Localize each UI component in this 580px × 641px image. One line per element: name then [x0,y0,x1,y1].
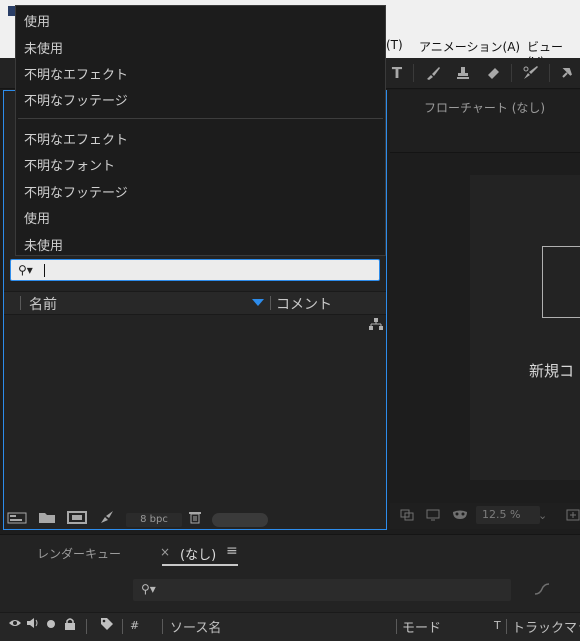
tab-render-queue[interactable]: レンダーキュー [37,545,121,562]
flowchart-icon[interactable] [368,318,384,333]
monitor-icon[interactable] [426,509,440,525]
new-composition-label[interactable]: 新規コ [529,360,574,381]
render-queue-rocket-icon[interactable] [99,510,115,528]
dropdown-item-missing-footage[interactable]: 不明なフッテージ [24,90,128,109]
brush-tool-icon[interactable] [422,62,444,84]
column-t[interactable]: T [494,619,501,632]
dropdown-item-unused[interactable]: 未使用 [24,38,63,57]
timeline-search-input[interactable]: ⚲▾ [133,579,511,601]
dropdown-recent-missing-effects[interactable]: 不明なエフェクト [24,129,128,148]
label-tag-icon[interactable] [100,617,114,635]
column-comment[interactable]: コメント [276,294,332,314]
column-track-matte[interactable]: トラックマット [512,617,580,636]
tab-composition-none[interactable]: (なし) [180,544,216,563]
search-filter-dropdown: 使用 未使用 不明なエフェクト 不明なフッテージ 不明なエフェクト 不明なフォン… [15,5,386,256]
interpret-footage-icon[interactable] [7,510,27,528]
close-icon[interactable]: × [160,545,170,559]
menu-item-animation[interactable]: アニメーション(A) [419,38,520,55]
dropdown-separator [18,118,383,119]
eraser-tool-icon[interactable] [482,62,504,84]
new-composition-icon[interactable] [67,510,87,528]
column-number[interactable]: # [130,619,139,632]
project-search-input[interactable]: ⚲▾ [10,259,380,281]
search-dropdown-icon[interactable]: ⚲▾ [18,263,33,277]
type-tool-icon[interactable]: T [386,62,408,84]
viewer-options-icon[interactable] [566,509,580,525]
menu-item-text[interactable]: (T) [386,38,403,52]
viewer-footer: 12.5 % ⌄ [390,503,580,529]
dropdown-recent-missing-footage[interactable]: 不明なフッテージ [24,182,128,201]
new-folder-icon[interactable] [38,510,56,528]
column-source-name[interactable]: ソース名 [170,617,221,636]
footer-scrollbar[interactable] [212,513,268,527]
tab-flowchart[interactable]: フローチャート (なし) [424,99,545,116]
text-caret [44,264,45,277]
column-name[interactable]: 名前 [29,294,57,314]
audio-speaker-icon[interactable] [26,617,40,633]
graph-editor-icon[interactable] [534,582,550,600]
active-tab-indicator [162,564,238,566]
clone-stamp-tool-icon[interactable] [452,62,474,84]
roto-brush-tool-icon[interactable] [520,62,542,84]
mask-icon[interactable] [452,509,468,525]
project-bit-depth-button[interactable]: 8 bpc [126,513,182,527]
dropdown-recent-unused[interactable]: 未使用 [24,235,63,254]
video-eye-icon[interactable] [8,617,22,633]
dropdown-recent-used[interactable]: 使用 [24,208,50,227]
lock-icon[interactable] [64,617,76,635]
sort-descending-icon[interactable] [252,299,264,306]
search-icon[interactable]: ⚲▾ [141,582,156,596]
trash-icon[interactable] [188,510,202,528]
dropdown-item-used[interactable]: 使用 [24,11,50,30]
composition-area[interactable] [470,175,580,480]
timeline-column-header: # ソース名 モード T トラックマット [0,612,580,641]
column-mode[interactable]: モード [402,617,441,636]
project-column-header: 名前 コメント [4,291,386,315]
zoom-level[interactable]: 12.5 % [476,506,540,524]
project-footer: 8 bpc [4,510,386,529]
new-composition-graphic[interactable] [542,246,580,318]
chevron-down-icon[interactable]: ⌄ [538,509,547,522]
always-preview-icon[interactable] [400,509,414,525]
solo-dot-icon[interactable] [46,617,56,633]
dropdown-item-missing-effects[interactable]: 不明なエフェクト [24,64,128,83]
puppet-pin-tool-icon[interactable] [556,62,578,84]
panel-menu-icon[interactable]: ≡ [226,543,238,559]
dropdown-recent-missing-fonts[interactable]: 不明なフォント [24,155,115,174]
